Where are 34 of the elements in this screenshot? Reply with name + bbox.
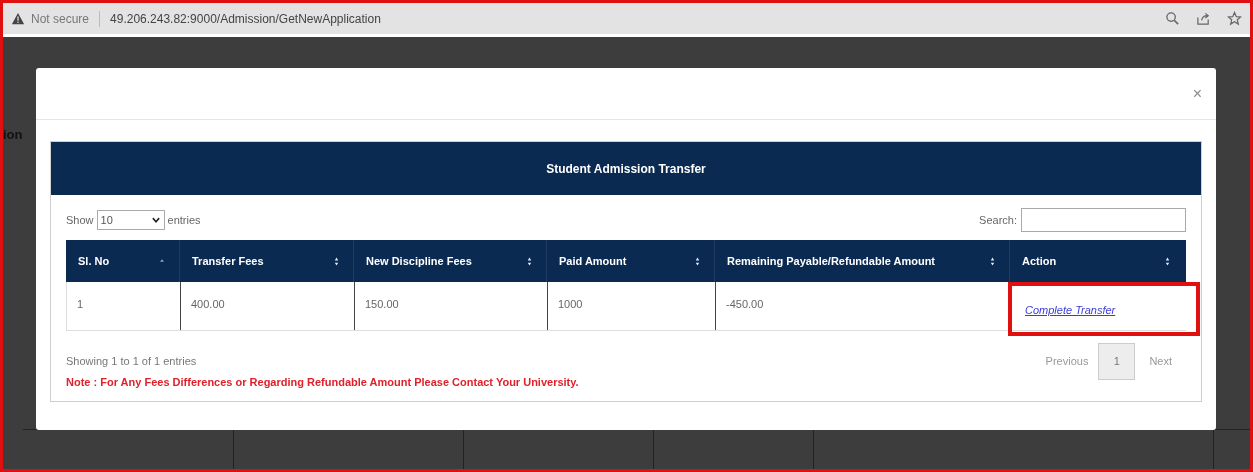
warning-icon [11, 11, 25, 26]
column-header[interactable]: Remaining Payable/Refundable Amount [727, 252, 935, 270]
table-cell-text: 1 [76, 297, 85, 312]
star-icon[interactable] [1227, 11, 1242, 26]
close-button[interactable]: × [1192, 85, 1202, 102]
show-label: Show [66, 212, 94, 228]
complete-transfer-link[interactable]: Complete Transfer [1025, 293, 1116, 319]
column-header[interactable]: Sl. No [78, 252, 110, 270]
column-header[interactable]: Paid Amount [559, 252, 627, 270]
panel-title: Student Admission Transfer [51, 142, 1201, 195]
table-cell: 1000 [547, 282, 715, 330]
sort-icon[interactable] [693, 255, 702, 267]
sort-icon[interactable] [988, 255, 997, 267]
share-icon[interactable] [1196, 11, 1211, 26]
search-label: Search: [979, 212, 1017, 228]
column-header[interactable]: New Discipline Fees [366, 252, 472, 270]
url-text[interactable]: 49.206.243.82:9000/Admission/GetNewApplication [110, 9, 381, 28]
column-header[interactable]: Action [1022, 252, 1057, 270]
sort-icon[interactable] [525, 255, 534, 267]
entries-info: Showing 1 to 1 of 1 entries [66, 354, 197, 370]
column-header[interactable]: Transfer Fees [192, 252, 264, 270]
sort-icon[interactable] [332, 255, 341, 267]
dropdown-icon [150, 215, 161, 225]
search-field[interactable] [1021, 208, 1186, 232]
table-cell: 400.00 [180, 282, 354, 330]
zoom-icon[interactable] [1165, 11, 1180, 26]
entries-label: entries [167, 212, 201, 228]
table-cell: -450.00 [715, 282, 1010, 330]
entries-select[interactable]: 10 [96, 210, 165, 230]
table-cell: 150.00 [354, 282, 547, 330]
page-button[interactable]: 1 [1098, 343, 1136, 380]
note-text: Note : For Any Fees Differences or Regarding Refundable Amount Please Contact Your University. [66, 375, 580, 390]
security-label: Not secure [31, 10, 90, 28]
sort-icon[interactable] [1163, 255, 1172, 267]
